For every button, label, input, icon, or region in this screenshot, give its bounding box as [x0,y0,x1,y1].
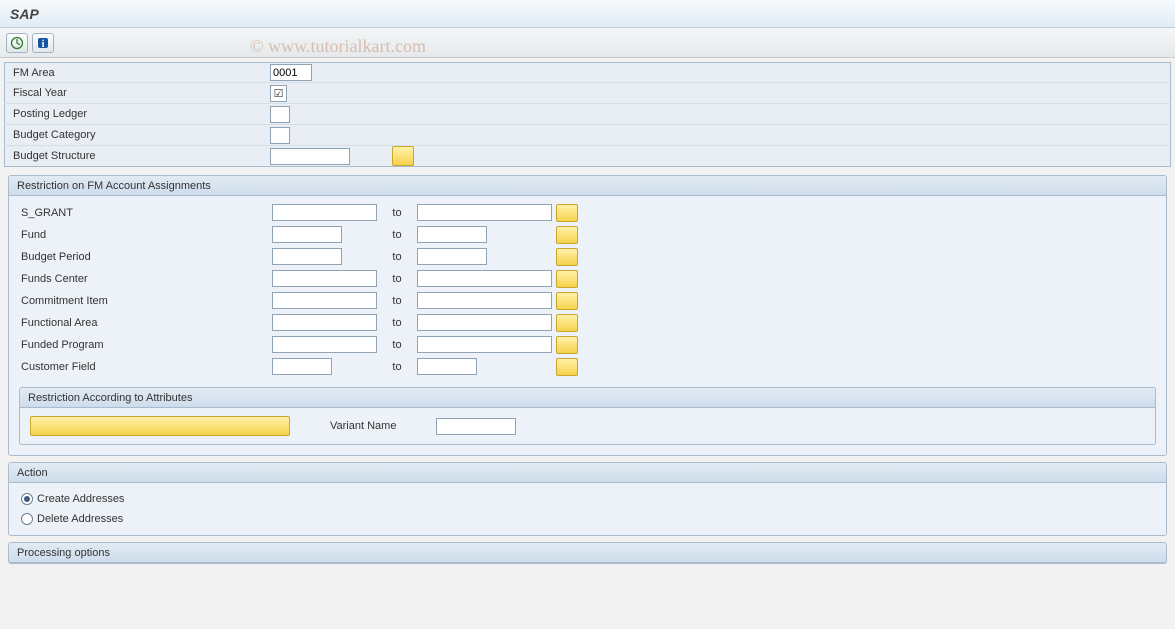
posting-ledger-label: Posting Ledger [5,108,270,120]
attributes-group-title: Restriction According to Attributes [20,388,1155,408]
to-label: to [377,273,417,285]
title-bar: SAP [0,0,1175,28]
variant-name-label: Variant Name [330,420,396,432]
functional-area-from-input[interactable] [272,314,377,331]
funded-program-multi-button[interactable] [556,336,578,354]
budget-structure-label: Budget Structure [5,150,270,162]
range-row-functional-area: Functional Area to [17,312,1158,333]
to-label: to [377,361,417,373]
attributes-group-body: Variant Name [20,408,1155,444]
attributes-variant-button[interactable] [30,416,290,436]
delete-addresses-label: Delete Addresses [37,513,123,525]
funded-program-to-input[interactable] [417,336,552,353]
range-row-funded-program: Funded Program to [17,334,1158,355]
range-label: S_GRANT [17,207,272,219]
commitment-item-from-input[interactable] [272,292,377,309]
posting-ledger-row: Posting Ledger [4,104,1171,125]
svg-text:i: i [42,39,45,50]
commitment-item-multi-button[interactable] [556,292,578,310]
fund-to-input[interactable] [417,226,487,243]
processing-options-group: Processing options [8,542,1167,564]
selection-panel: FM Area Fiscal Year ☑ Posting Ledger Bud… [4,62,1171,167]
funded-program-from-input[interactable] [272,336,377,353]
fm-area-input[interactable] [270,64,312,81]
page-title: SAP [10,6,39,22]
to-label: to [377,295,417,307]
budget-structure-search-button[interactable] [392,146,414,166]
restriction-group: Restriction on FM Account Assignments S_… [8,175,1167,456]
attributes-group: Restriction According to Attributes Vari… [19,387,1156,445]
fund-from-input[interactable] [272,226,342,243]
range-label: Customer Field [17,361,272,373]
range-label: Funded Program [17,339,272,351]
range-row-commitment-item: Commitment Item to [17,290,1158,311]
toolbar: i [0,28,1175,58]
range-label: Budget Period [17,251,272,263]
funds-center-multi-button[interactable] [556,270,578,288]
fm-area-row: FM Area [4,62,1171,83]
range-row-funds-center: Funds Center to [17,268,1158,289]
fiscal-year-label: Fiscal Year [5,87,270,99]
action-group-body: Create Addresses Delete Addresses [9,483,1166,535]
budget-period-from-input[interactable] [272,248,342,265]
fm-area-label: FM Area [5,67,270,79]
info-button[interactable]: i [32,33,54,53]
variant-name-input[interactable] [436,418,516,435]
commitment-item-to-input[interactable] [417,292,552,309]
restriction-group-body: S_GRANT to Fund to Budget Period to [9,196,1166,455]
to-label: to [377,251,417,263]
fiscal-year-row: Fiscal Year ☑ [4,83,1171,104]
delete-addresses-radio[interactable] [21,513,33,525]
customer-field-multi-button[interactable] [556,358,578,376]
s-grant-from-input[interactable] [272,204,377,221]
to-label: to [377,207,417,219]
range-label: Funds Center [17,273,272,285]
fund-multi-button[interactable] [556,226,578,244]
budget-structure-input[interactable] [270,148,350,165]
customer-field-from-input[interactable] [272,358,332,375]
restriction-group-title: Restriction on FM Account Assignments [9,176,1166,196]
range-row-s-grant: S_GRANT to [17,202,1158,223]
action-group-title: Action [9,463,1166,483]
functional-area-to-input[interactable] [417,314,552,331]
range-row-customer-field: Customer Field to [17,356,1158,377]
fiscal-year-checkbox[interactable]: ☑ [270,85,287,102]
to-label: to [377,229,417,241]
create-addresses-label: Create Addresses [37,493,124,505]
budget-structure-row: Budget Structure [4,146,1171,167]
range-row-fund: Fund to [17,224,1158,245]
budget-period-multi-button[interactable] [556,248,578,266]
budget-category-input[interactable] [270,127,290,144]
processing-options-title: Processing options [9,543,1166,563]
create-addresses-radio[interactable] [21,493,33,505]
range-label: Fund [17,229,272,241]
budget-period-to-input[interactable] [417,248,487,265]
range-row-budget-period: Budget Period to [17,246,1158,267]
functional-area-multi-button[interactable] [556,314,578,332]
to-label: to [377,317,417,329]
customer-field-to-input[interactable] [417,358,477,375]
budget-category-row: Budget Category [4,125,1171,146]
s-grant-multi-button[interactable] [556,204,578,222]
budget-category-label: Budget Category [5,129,270,141]
funds-center-to-input[interactable] [417,270,552,287]
to-label: to [377,339,417,351]
funds-center-from-input[interactable] [272,270,377,287]
action-group: Action Create Addresses Delete Addresses [8,462,1167,536]
s-grant-to-input[interactable] [417,204,552,221]
execute-button[interactable] [6,33,28,53]
range-label: Functional Area [17,317,272,329]
range-label: Commitment Item [17,295,272,307]
delete-addresses-row: Delete Addresses [17,509,1158,529]
create-addresses-row: Create Addresses [17,489,1158,509]
posting-ledger-input[interactable] [270,106,290,123]
